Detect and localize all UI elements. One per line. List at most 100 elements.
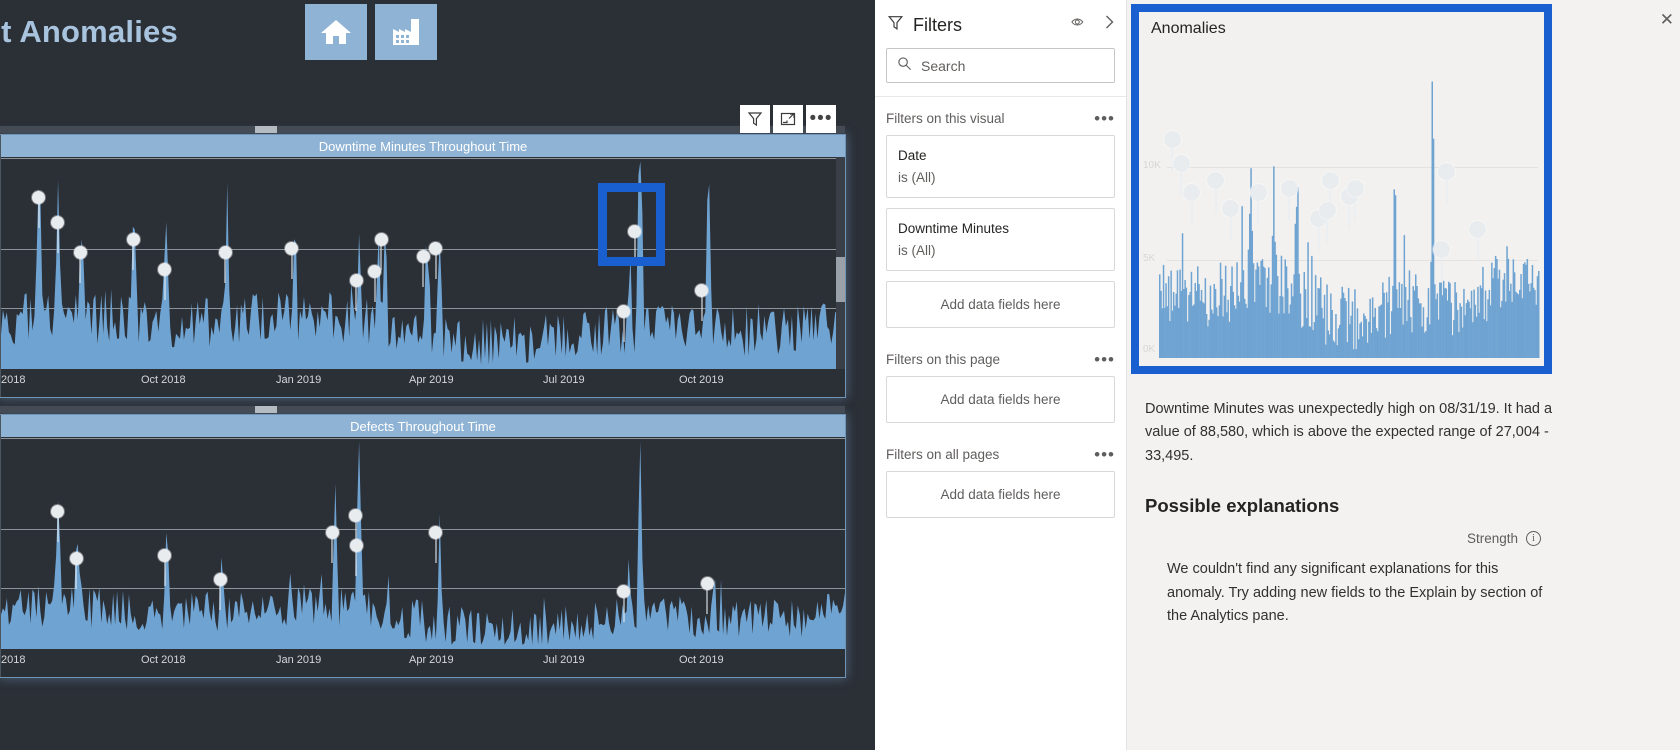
anomaly-marker[interactable]	[700, 576, 714, 614]
x-tick-label: Jan 2019	[276, 654, 322, 666]
anomaly-marker[interactable]	[349, 273, 363, 311]
more-options-icon[interactable]: •••	[1094, 110, 1115, 127]
x-tick-label: Jul 2019	[543, 654, 585, 666]
visual-plot-area[interactable]	[1, 437, 845, 649]
page-title: nt Anomalies	[0, 14, 178, 49]
anomaly-marker[interactable]	[349, 509, 362, 547]
anomaly-marker[interactable]	[218, 246, 232, 283]
visual-downtime-minutes[interactable]: Downtime Minutes Throughout Time 2018 Oct…	[0, 135, 845, 397]
anomaly-marker[interactable]	[1183, 183, 1201, 225]
anomalies-mini-series	[1159, 81, 1540, 358]
report-canvas: nt Anomalies ••• Downtime Minutes Throug…	[0, 0, 875, 750]
anomaly-description: Downtime Minutes was unexpectedly high o…	[1145, 401, 1553, 464]
filter-group-label: Filters on this visual	[886, 111, 1005, 126]
home-button[interactable]	[305, 4, 367, 60]
filters-title: Filters	[913, 14, 962, 35]
more-options-dots: •••	[809, 108, 833, 129]
filter-field-value: is (All)	[898, 169, 936, 185]
filters-pane: Filters Filters on this visua	[875, 0, 1127, 750]
x-tick-label: 2018	[1, 374, 26, 386]
anomalies-pane: ✕ Anomalies 10K 5K 0K Downtime Minutes w…	[1127, 0, 1680, 750]
strength-header: Strength i	[1145, 531, 1553, 547]
close-icon[interactable]: ✕	[1660, 10, 1674, 30]
x-tick-label: Apr 2019	[409, 654, 454, 666]
page-nav-buttons	[305, 4, 437, 60]
anomaly-marker[interactable]	[1222, 200, 1239, 242]
x-axis: 2018 Oct 2018 Jan 2019 Apr 2019 Jul 2019 Oct …	[1, 369, 845, 395]
more-options-icon[interactable]: •••	[806, 105, 836, 133]
info-icon[interactable]: i	[1526, 531, 1541, 547]
visual-action-bar: •••	[740, 105, 836, 133]
filter-group-page: Filters on this page ••• Add data fields…	[875, 328, 1126, 424]
visual-plot-area[interactable]	[1, 157, 845, 369]
more-options-icon[interactable]: •••	[1094, 446, 1115, 463]
anomaly-marker[interactable]	[69, 551, 83, 589]
add-data-fields-dropzone[interactable]: Add data fields here	[886, 281, 1115, 329]
filter-field-name: Downtime Minutes	[898, 221, 1010, 237]
filters-pane-header: Filters	[875, 0, 1126, 36]
search-icon	[897, 56, 912, 76]
x-tick-label: Oct 2019	[679, 654, 724, 666]
anomaly-marker[interactable]	[1207, 171, 1225, 213]
x-tick-label: Apr 2019	[409, 374, 454, 386]
canvas-scroll-middle[interactable]	[0, 406, 845, 413]
chevron-right-icon[interactable]	[1103, 14, 1116, 35]
x-tick-label: Jan 2019	[276, 374, 322, 386]
anomaly-selection-rectangle	[598, 183, 665, 266]
defects-series	[1, 441, 845, 649]
plant-button[interactable]	[375, 4, 437, 60]
anomaly-marker[interactable]	[1163, 130, 1181, 172]
anomaly-marker[interactable]	[1469, 220, 1487, 262]
anomaly-marker[interactable]	[73, 246, 87, 283]
visual-title: Defects Throughout Time	[1, 415, 845, 437]
x-tick-label: Oct 2019	[679, 374, 724, 386]
funnel-icon	[887, 14, 904, 36]
anomaly-marker[interactable]	[126, 233, 140, 271]
visual-vertical-scrollbar[interactable]	[836, 157, 845, 369]
anomaly-marker[interactable]	[1318, 202, 1336, 244]
x-tick-label: 2018	[1, 654, 26, 666]
search-box[interactable]	[886, 48, 1115, 83]
add-data-fields-dropzone[interactable]: Add data fields here	[886, 376, 1115, 424]
filter-icon[interactable]	[740, 105, 770, 133]
no-explanations-text: We couldn't find any significant explana…	[1167, 561, 1543, 625]
focus-mode-icon[interactable]	[773, 105, 803, 133]
x-axis: 2018 Oct 2018 Jan 2019 Apr 2019 Jul 2019 Oct …	[1, 649, 845, 675]
anomaly-marker[interactable]	[1280, 179, 1298, 221]
filter-group-label: Filters on all pages	[886, 447, 1000, 463]
anomaly-marker[interactable]	[1346, 179, 1364, 221]
anomaly-marker[interactable]	[429, 241, 443, 279]
x-tick-label: Oct 2018	[141, 654, 186, 666]
visual-defects[interactable]: Defects Throughout Time 2018 Oct 2018 Jan …	[0, 415, 845, 677]
x-tick-label: Jul 2019	[543, 374, 585, 386]
filter-group-all-pages: Filters on all pages ••• Add data fields…	[875, 423, 1126, 519]
search-input[interactable]	[921, 57, 1104, 74]
add-data-fields-dropzone[interactable]: Add data fields here	[886, 471, 1115, 519]
strength-label: Strength	[1466, 531, 1518, 547]
filter-group-visual: Filters on this visual ••• Date is (All)…	[875, 97, 1126, 329]
filter-card-date[interactable]: Date is (All)	[886, 135, 1115, 199]
filter-group-header: Filters on this visual •••	[886, 110, 1115, 127]
anomalies-detail-body: Downtime Minutes was unexpectedly high o…	[1145, 398, 1553, 629]
anomaly-marker[interactable]	[1321, 171, 1339, 213]
anomaly-marker[interactable]	[213, 572, 227, 610]
canvas-scroll-top[interactable]	[0, 126, 845, 133]
x-tick-label: Oct 2018	[141, 374, 186, 386]
filter-field-value: is (All)	[898, 242, 936, 258]
filter-group-header: Filters on this page •••	[886, 351, 1115, 368]
filter-card-downtime-minutes[interactable]: Downtime Minutes is (All)	[886, 208, 1115, 272]
anomaly-marker[interactable]	[1172, 155, 1190, 197]
anomaly-marker[interactable]	[325, 526, 339, 563]
possible-explanations-heading: Possible explanations	[1145, 495, 1340, 517]
anomalies-preview-visual[interactable]: Anomalies 10K 5K 0K	[1131, 4, 1552, 374]
filter-group-label: Filters on this page	[886, 352, 1001, 368]
anomaly-marker[interactable]	[416, 250, 430, 288]
more-options-icon[interactable]: •••	[1094, 351, 1115, 368]
hide-icon[interactable]	[1071, 15, 1089, 34]
filter-field-name: Date	[898, 148, 927, 163]
filter-group-header: Filters on all pages •••	[886, 446, 1115, 463]
filters-search-wrap	[875, 36, 1126, 83]
anomaly-marker[interactable]	[1249, 183, 1267, 225]
anomaly-marker[interactable]	[32, 190, 46, 228]
visual-title: Downtime Minutes Throughout Time	[1, 135, 845, 157]
